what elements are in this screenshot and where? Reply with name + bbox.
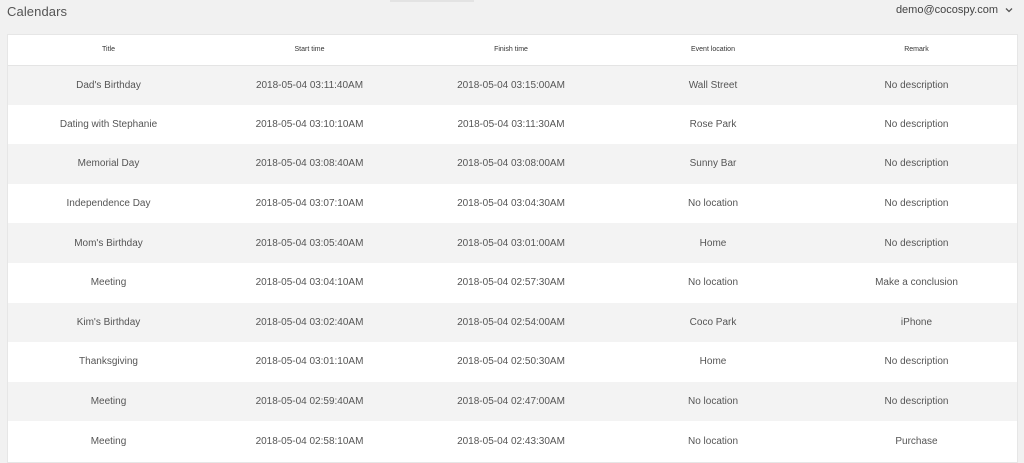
cell-start-time: 2018-05-04 03:11:40AM [209,65,410,105]
table-row[interactable]: Dating with Stephanie 2018-05-04 03:10:1… [8,104,1017,145]
cell-remark: No description [814,381,1017,422]
cell-location: No location [612,381,814,422]
cell-remark: No description [814,65,1017,105]
cell-title: Meeting [8,262,209,303]
cell-start-time: 2018-05-04 03:05:40AM [209,223,410,263]
column-header-title[interactable]: Title [8,35,209,66]
cell-location: No location [612,262,814,303]
chevron-down-icon [1005,8,1013,13]
table-row[interactable]: Meeting 2018-05-04 02:59:40AM 2018-05-04… [8,381,1017,422]
table-row[interactable]: Thanksgiving 2018-05-04 03:01:10AM 2018-… [8,342,1017,382]
cell-title: Thanksgiving [8,342,209,382]
cell-remark: No description [814,104,1017,145]
cell-remark: No description [814,183,1017,224]
cell-finish-time: 2018-05-04 02:57:30AM [410,262,612,303]
cell-start-time: 2018-05-04 02:58:10AM [209,421,410,461]
cell-start-time: 2018-05-04 03:01:10AM [209,342,410,382]
cell-location: Home [612,342,814,382]
calendar-table-panel: Title Start time Finish time Event locat… [7,34,1018,463]
cell-start-time: 2018-05-04 03:08:40AM [209,144,410,184]
cell-start-time: 2018-05-04 03:07:10AM [209,183,410,224]
column-header-start-time[interactable]: Start time [209,35,410,66]
table-row[interactable]: Meeting 2018-05-04 02:58:10AM 2018-05-04… [8,421,1017,461]
cell-title: Memorial Day [8,144,209,184]
cell-finish-time: 2018-05-04 03:08:00AM [410,144,612,184]
table-row[interactable]: Kim's Birthday 2018-05-04 03:02:40AM 201… [8,302,1017,343]
cell-finish-time: 2018-05-04 02:54:00AM [410,302,612,343]
cell-remark: iPhone [814,302,1017,343]
page-title: Calendars [7,4,68,19]
cell-finish-time: 2018-05-04 03:01:00AM [410,223,612,263]
cell-start-time: 2018-05-04 03:10:10AM [209,104,410,145]
top-bar: Calendars demo@cocospy.com [0,0,1024,30]
cell-location: No location [612,183,814,224]
column-header-event-location[interactable]: Event location [612,35,814,66]
column-header-finish-time[interactable]: Finish time [410,35,612,66]
cell-location: Home [612,223,814,263]
cell-remark: Purchase [814,421,1017,461]
cell-title: Kim's Birthday [8,302,209,343]
cell-title: Dating with Stephanie [8,104,209,145]
table-row[interactable]: Mom's Birthday 2018-05-04 03:05:40AM 201… [8,223,1017,263]
cell-location: Wall Street [612,65,814,105]
account-email: demo@cocospy.com [895,4,998,16]
table-row[interactable]: Meeting 2018-05-04 03:04:10AM 2018-05-04… [8,262,1017,303]
cell-title: Meeting [8,421,209,461]
cell-location: No location [612,421,814,461]
cell-title: Meeting [8,381,209,422]
cell-finish-time: 2018-05-04 02:43:30AM [410,421,612,461]
cell-title: Mom's Birthday [8,223,209,263]
cell-start-time: 2018-05-04 03:02:40AM [209,302,410,343]
cell-remark: No description [814,342,1017,382]
cell-title: Dad's Birthday [8,65,209,105]
table-header-row: Title Start time Finish time Event locat… [8,35,1017,66]
cell-remark: Make a conclusion [814,262,1017,303]
cell-location: Sunny Bar [612,144,814,184]
cell-finish-time: 2018-05-04 02:47:00AM [410,381,612,422]
cell-finish-time: 2018-05-04 03:15:00AM [410,65,612,105]
cell-title: Independence Day [8,183,209,224]
cell-remark: No description [814,223,1017,263]
cell-start-time: 2018-05-04 03:04:10AM [209,262,410,303]
cell-location: Coco Park [612,302,814,343]
table-row[interactable]: Independence Day 2018-05-04 03:07:10AM 2… [8,183,1017,224]
table-row[interactable]: Dad's Birthday 2018-05-04 03:11:40AM 201… [8,65,1017,105]
account-menu[interactable]: demo@cocospy.com [896,4,1014,16]
cell-finish-time: 2018-05-04 03:04:30AM [410,183,612,224]
tab-indicator [390,0,474,2]
table-row[interactable]: Memorial Day 2018-05-04 03:08:40AM 2018-… [8,144,1017,184]
cell-remark: No description [814,144,1017,184]
cell-finish-time: 2018-05-04 02:50:30AM [410,342,612,382]
cell-finish-time: 2018-05-04 03:11:30AM [410,104,612,145]
calendar-table: Title Start time Finish time Event locat… [8,35,1017,461]
cell-location: Rose Park [612,104,814,145]
cell-start-time: 2018-05-04 02:59:40AM [209,381,410,422]
column-header-remark[interactable]: Remark [814,35,1017,66]
